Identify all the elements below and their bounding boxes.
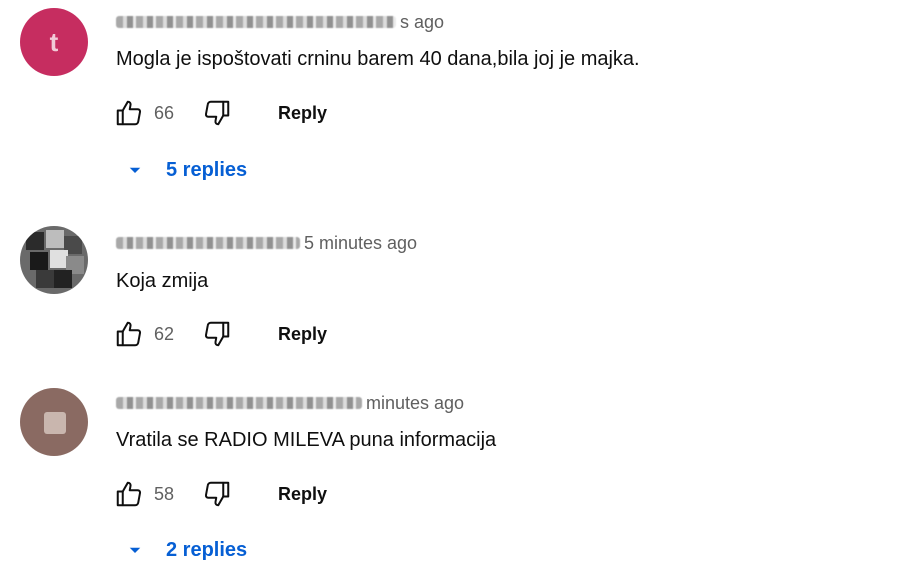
comment-actions: 62 Reply (112, 317, 327, 351)
timestamp[interactable]: minutes ago (366, 393, 464, 414)
reply-button[interactable]: Reply (278, 324, 327, 345)
view-replies-button[interactable]: 5 replies (126, 154, 247, 186)
author-name-blurred[interactable] (116, 397, 362, 409)
avatar-shape (44, 412, 66, 434)
comment-header: minutes ago (116, 390, 464, 416)
avatar[interactable]: t (20, 8, 88, 76)
avatar-pixel (46, 230, 64, 248)
comment-header: 5 minutes ago (116, 230, 417, 256)
replies-count-label: 5 replies (166, 158, 248, 181)
comment-text: Vratila se RADIO MILEVA puna informacija (116, 429, 497, 451)
comment-thread: minutes ago Vratila se RADIO MILEVA puna… (0, 380, 900, 580)
like-count: 66 (154, 102, 175, 123)
avatar-pixel (54, 270, 72, 288)
thumbs-up-icon[interactable] (112, 477, 146, 511)
avatar-pixel (36, 270, 54, 288)
reply-button[interactable]: Reply (278, 103, 327, 124)
thumbs-down-icon[interactable] (200, 477, 234, 511)
comment-thread: 5 minutes ago Koja zmija 62 Reply (0, 220, 900, 360)
author-name-blurred[interactable] (116, 237, 300, 249)
avatar-pixel (30, 252, 48, 270)
author-name-blurred[interactable] (116, 16, 396, 28)
caret-down-icon (129, 547, 141, 553)
thumbs-up-icon[interactable] (112, 96, 146, 130)
comment-actions: 66 Reply (112, 96, 327, 130)
like-count: 62 (154, 323, 175, 344)
comment-thread: t s ago Mogla je ispoštovati crninu bare… (0, 0, 900, 200)
timestamp[interactable]: 5 minutes ago (304, 233, 417, 254)
thumbs-down-icon[interactable] (200, 317, 234, 351)
comment-actions: 58 Reply (112, 477, 327, 511)
avatar[interactable] (20, 226, 88, 294)
comment-text: Koja zmija (116, 270, 209, 292)
like-count: 58 (154, 483, 175, 504)
avatar-letter: t (49, 26, 59, 57)
thumbs-up-icon[interactable] (112, 317, 146, 351)
replies-count-label: 2 replies (166, 538, 248, 561)
view-replies-button[interactable]: 2 replies (126, 534, 247, 566)
avatar[interactable] (20, 388, 88, 456)
comment-text: Mogla je ispoštovati crninu barem 40 dan… (116, 48, 640, 70)
reply-button[interactable]: Reply (278, 484, 327, 505)
avatar-pixel (26, 232, 44, 250)
caret-down-icon (129, 167, 141, 173)
comment-header: s ago (116, 9, 444, 35)
thumbs-down-icon[interactable] (200, 96, 234, 130)
timestamp[interactable]: s ago (400, 12, 444, 33)
